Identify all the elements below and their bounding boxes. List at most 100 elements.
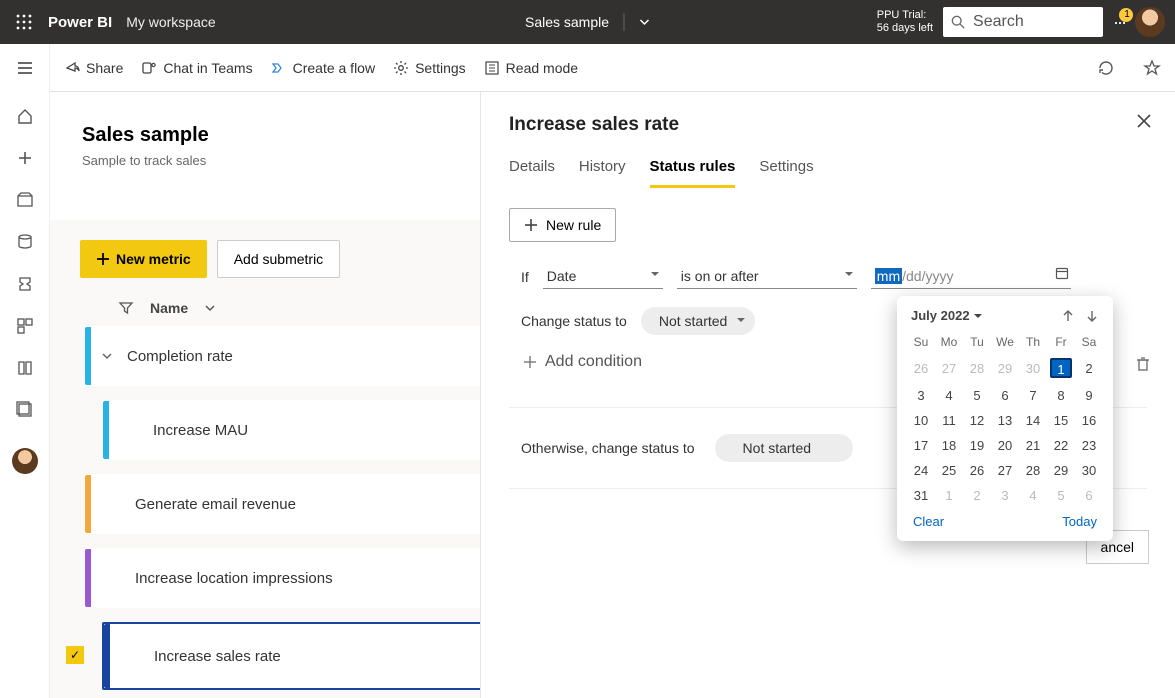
favorite-icon[interactable] bbox=[1143, 59, 1161, 77]
calendar-day[interactable]: 10 bbox=[907, 408, 935, 433]
calendar-day[interactable]: 7 bbox=[1019, 383, 1047, 408]
calendar-day[interactable]: 13 bbox=[991, 408, 1019, 433]
rule-date-input[interactable]: mm/dd/yyyy bbox=[871, 264, 1071, 289]
create-icon[interactable] bbox=[15, 148, 35, 168]
calendar-dow: Mo bbox=[935, 331, 963, 353]
calendar-day[interactable]: 5 bbox=[963, 383, 991, 408]
calendar-day[interactable]: 27 bbox=[935, 353, 963, 383]
hamburger-icon[interactable] bbox=[15, 58, 35, 78]
calendar-day[interactable]: 9 bbox=[1075, 383, 1103, 408]
status-stripe bbox=[85, 549, 91, 607]
calendar-day[interactable]: 19 bbox=[963, 433, 991, 458]
calendar-day[interactable]: 30 bbox=[1075, 458, 1103, 483]
calendar-day[interactable]: 28 bbox=[1019, 458, 1047, 483]
filter-icon[interactable] bbox=[118, 300, 134, 316]
rule-field-select[interactable]: Date bbox=[543, 264, 663, 289]
avatar[interactable] bbox=[1135, 7, 1165, 37]
calendar-day[interactable]: 26 bbox=[907, 353, 935, 383]
add-submetric-button[interactable]: Add submetric bbox=[217, 240, 340, 278]
calendar-day[interactable]: 6 bbox=[1075, 483, 1103, 508]
calendar-day[interactable]: 16 bbox=[1075, 408, 1103, 433]
calendar-day[interactable]: 2 bbox=[1075, 353, 1103, 383]
new-metric-label: New metric bbox=[116, 251, 191, 267]
settings-button[interactable]: Settings bbox=[393, 60, 466, 76]
apps-icon[interactable] bbox=[15, 316, 35, 336]
metrics-icon[interactable] bbox=[15, 274, 35, 294]
new-rule-button[interactable]: New rule bbox=[509, 208, 616, 242]
read-mode-button[interactable]: Read mode bbox=[484, 60, 578, 76]
calendar-day[interactable]: 30 bbox=[1019, 353, 1047, 383]
tab-settings[interactable]: Settings bbox=[759, 158, 813, 188]
tab-details[interactable]: Details bbox=[509, 158, 555, 188]
browse-icon[interactable] bbox=[15, 190, 35, 210]
chat-teams-button[interactable]: Chat in Teams bbox=[141, 60, 252, 76]
calendar-dow: Tu bbox=[963, 331, 991, 353]
workspace-name[interactable]: My workspace bbox=[126, 14, 215, 30]
calendar-day[interactable]: 21 bbox=[1019, 433, 1047, 458]
refresh-icon[interactable] bbox=[1097, 59, 1115, 77]
calendar-day[interactable]: 26 bbox=[963, 458, 991, 483]
status-select[interactable]: Not started bbox=[641, 307, 755, 335]
calendar-day[interactable]: 3 bbox=[907, 383, 935, 408]
calendar-day[interactable]: 22 bbox=[1047, 433, 1075, 458]
calendar-day[interactable]: 1 bbox=[935, 483, 963, 508]
calendar-day[interactable]: 12 bbox=[963, 408, 991, 433]
new-metric-button[interactable]: New metric bbox=[80, 240, 207, 278]
tab-history[interactable]: History bbox=[579, 158, 626, 188]
calendar-next-icon[interactable] bbox=[1085, 309, 1099, 323]
more-options-icon[interactable]: ···1 bbox=[1113, 12, 1125, 33]
learn-icon[interactable] bbox=[15, 358, 35, 378]
calendar-day[interactable]: 4 bbox=[935, 383, 963, 408]
search-input[interactable]: Search bbox=[943, 7, 1103, 37]
app-launcher-icon[interactable] bbox=[10, 8, 38, 36]
dataset-name[interactable]: Sales sample bbox=[525, 14, 609, 30]
data-hub-icon[interactable] bbox=[15, 232, 35, 252]
row-checkbox[interactable]: ✓ bbox=[66, 646, 84, 664]
calendar-day[interactable]: 29 bbox=[991, 353, 1019, 383]
metric-name: Increase MAU bbox=[153, 422, 248, 439]
calendar-day[interactable]: 29 bbox=[1047, 458, 1075, 483]
calendar-today-link[interactable]: Today bbox=[1062, 514, 1097, 529]
calendar-day[interactable]: 1 bbox=[1047, 353, 1075, 383]
nav-rail bbox=[0, 44, 50, 698]
delete-rule-icon[interactable] bbox=[1135, 356, 1151, 372]
calendar-day[interactable]: 25 bbox=[935, 458, 963, 483]
my-workspace-icon[interactable] bbox=[12, 448, 38, 474]
trial-line2: 56 days left bbox=[877, 22, 933, 35]
tab-status-rules[interactable]: Status rules bbox=[650, 158, 736, 188]
calendar-day[interactable]: 3 bbox=[991, 483, 1019, 508]
command-bar: Share Chat in Teams Create a flow Settin… bbox=[50, 44, 1175, 92]
calendar-day[interactable]: 24 bbox=[907, 458, 935, 483]
share-button[interactable]: Share bbox=[64, 60, 123, 76]
calendar-day[interactable]: 23 bbox=[1075, 433, 1103, 458]
calendar-day[interactable]: 31 bbox=[907, 483, 935, 508]
expand-icon[interactable] bbox=[101, 350, 113, 362]
calendar-day[interactable]: 6 bbox=[991, 383, 1019, 408]
change-status-label: Change status to bbox=[521, 313, 627, 329]
calendar-day[interactable]: 4 bbox=[1019, 483, 1047, 508]
calendar-day[interactable]: 8 bbox=[1047, 383, 1075, 408]
rule-operator-select[interactable]: is on or after bbox=[677, 264, 857, 289]
calendar-day[interactable]: 27 bbox=[991, 458, 1019, 483]
calendar-prev-icon[interactable] bbox=[1061, 309, 1075, 323]
calendar-day[interactable]: 18 bbox=[935, 433, 963, 458]
calendar-day[interactable]: 15 bbox=[1047, 408, 1075, 433]
status-stripe bbox=[104, 624, 110, 688]
otherwise-status-select[interactable]: Not started bbox=[715, 434, 853, 462]
home-icon[interactable] bbox=[15, 106, 35, 126]
calendar-day[interactable]: 17 bbox=[907, 433, 935, 458]
calendar-day[interactable]: 11 bbox=[935, 408, 963, 433]
calendar-day[interactable]: 5 bbox=[1047, 483, 1075, 508]
calendar-day[interactable]: 14 bbox=[1019, 408, 1047, 433]
workspaces-icon[interactable] bbox=[15, 400, 35, 420]
create-flow-button[interactable]: Create a flow bbox=[271, 60, 375, 76]
calendar-month-select[interactable]: July 2022 bbox=[911, 308, 982, 323]
chevron-down-icon[interactable] bbox=[204, 302, 216, 314]
calendar-day[interactable]: 28 bbox=[963, 353, 991, 383]
calendar-dow: We bbox=[991, 331, 1019, 353]
close-icon[interactable] bbox=[1137, 114, 1151, 128]
calendar-clear-link[interactable]: Clear bbox=[913, 514, 944, 529]
calendar-day[interactable]: 2 bbox=[963, 483, 991, 508]
chevron-down-icon[interactable] bbox=[638, 16, 650, 28]
calendar-day[interactable]: 20 bbox=[991, 433, 1019, 458]
